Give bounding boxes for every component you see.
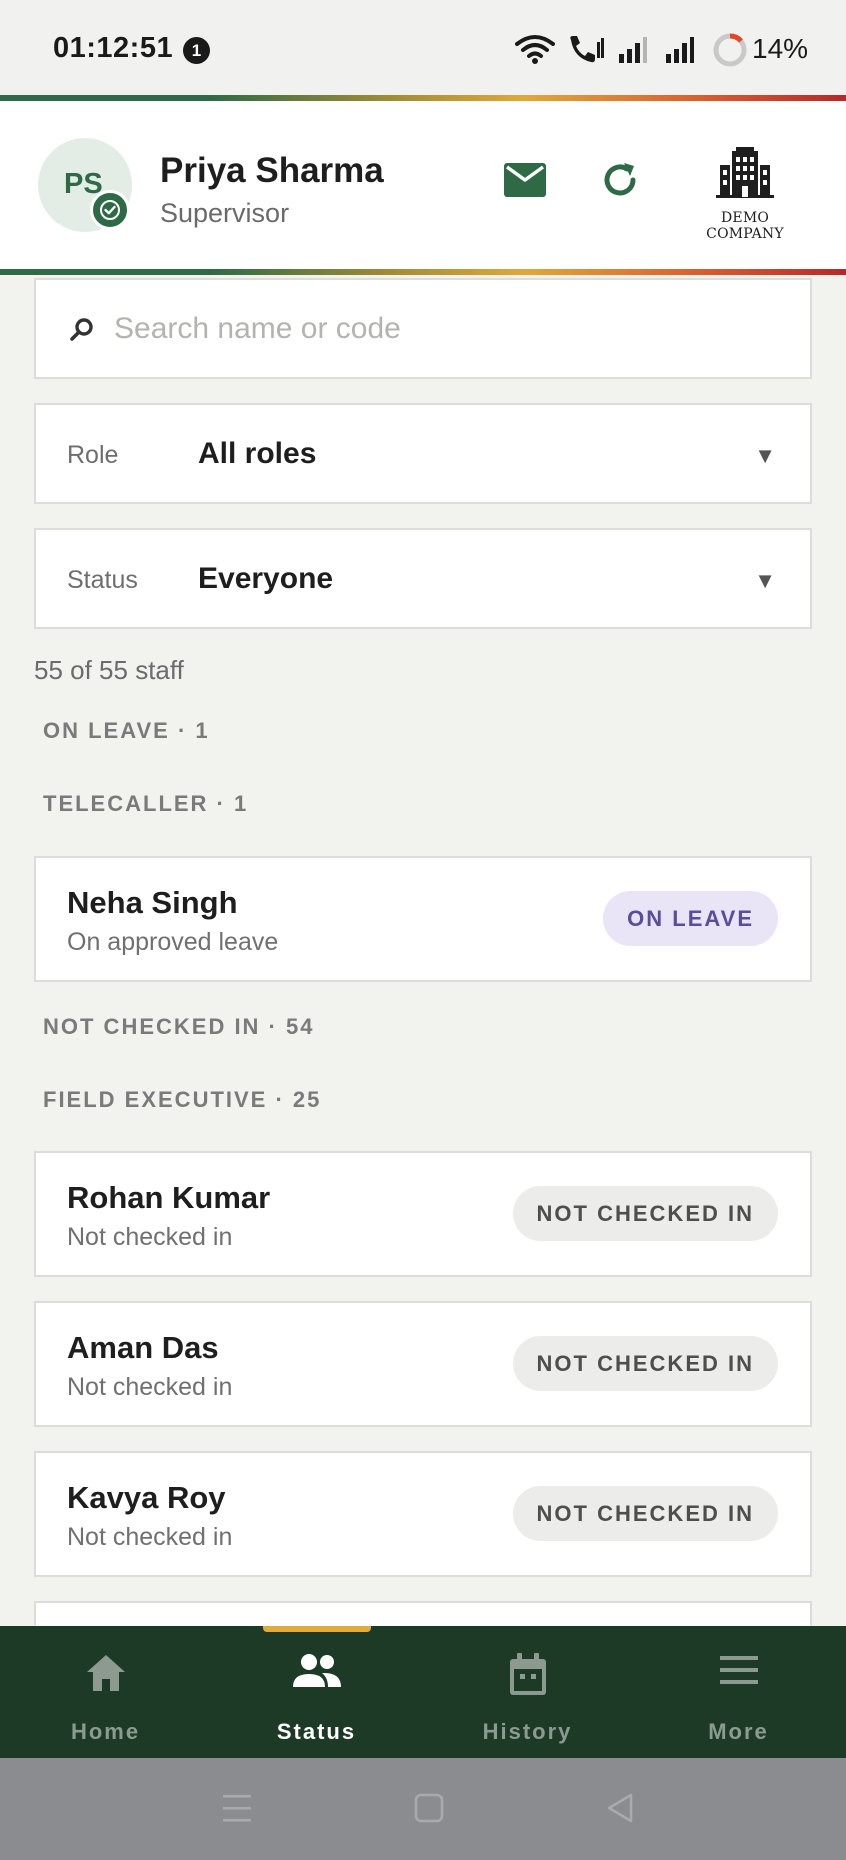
staff-name: Rohan Kumar <box>67 1180 271 1215</box>
nav-label: Status <box>276 1719 357 1744</box>
subgroup-heading-field-executive: FIELD EXECUTIVE · 25 <box>43 1087 322 1112</box>
status-bar: 01:12:51 1 14% <box>0 0 846 95</box>
staff-name: Kavya Roy <box>67 1480 226 1515</box>
nav-label: More <box>708 1719 769 1744</box>
home-system-button[interactable] <box>414 1791 444 1830</box>
nav-item-history[interactable]: History <box>422 1626 633 1758</box>
dropdown-caret-icon: ▼ <box>754 568 776 593</box>
mail-button[interactable] <box>504 163 546 202</box>
square-home-icon <box>414 1793 444 1823</box>
nav-label: History <box>482 1719 573 1744</box>
active-tab-indicator <box>263 1626 371 1632</box>
staff-status-text: Not checked in <box>67 1223 233 1251</box>
nav-label: Home <box>70 1719 141 1744</box>
staff-card[interactable]: Kavya Roy Not checked in NOT CHECKED IN <box>34 1451 812 1577</box>
home-icon <box>86 1655 125 1691</box>
signal-1-icon <box>619 37 647 63</box>
calendar-icon <box>509 1653 546 1695</box>
staff-card[interactable]: Aman Das Not checked in NOT CHECKED IN <box>34 1301 812 1427</box>
status-badge: NOT CHECKED IN <box>512 1336 778 1391</box>
menu-icon <box>719 1656 758 1684</box>
role-filter-value: All roles <box>198 437 317 470</box>
company-name: DEMO COMPANY <box>706 210 784 242</box>
status-filter-select[interactable]: Status Everyone ▼ <box>34 528 812 629</box>
search-input[interactable] <box>114 298 774 360</box>
system-nav-bar <box>0 1758 846 1860</box>
avatar[interactable]: PS <box>38 138 132 232</box>
status-filter-label: Status <box>67 566 138 594</box>
status-badge: ON LEAVE <box>603 891 778 946</box>
staff-count: 55 of 55 staff <box>34 655 184 685</box>
staff-name: Neha Singh <box>67 885 238 920</box>
bottom-nav: Home Status History More <box>0 1626 846 1758</box>
user-name: Priya Sharma <box>160 151 384 190</box>
section-heading-on-leave: ON LEAVE · 1 <box>43 718 210 743</box>
refresh-icon <box>604 163 636 196</box>
status-filter-value: Everyone <box>198 562 334 595</box>
search-box[interactable] <box>34 278 812 379</box>
nav-item-status[interactable]: Status <box>211 1626 422 1758</box>
user-role: Supervisor <box>160 198 290 228</box>
refresh-button[interactable] <box>600 160 640 205</box>
staff-status-text: Not checked in <box>67 1523 233 1551</box>
section-heading-not-checked-in: NOT CHECKED IN · 54 <box>43 1014 315 1039</box>
nav-item-more[interactable]: More <box>633 1626 844 1758</box>
wifi-calling-icon <box>570 36 604 63</box>
staff-card[interactable]: Neha Singh On approved leave ON LEAVE <box>34 856 812 982</box>
signal-2-icon <box>666 37 694 63</box>
people-icon <box>292 1654 341 1687</box>
battery-percent: 14% <box>752 33 809 64</box>
role-filter-select[interactable]: Role All roles ▼ <box>34 403 812 504</box>
nav-item-home[interactable]: Home <box>0 1626 211 1758</box>
search-icon <box>70 318 93 341</box>
status-badge: NOT CHECKED IN <box>512 1486 778 1541</box>
role-filter-label: Role <box>67 441 119 469</box>
back-triangle-icon <box>607 1793 633 1823</box>
subgroup-heading-telecaller: TELECALLER · 1 <box>43 791 249 816</box>
wifi-icon <box>515 35 555 64</box>
company-switcher[interactable]: DEMO COMPANY <box>680 147 810 242</box>
recent-apps-icon <box>223 1795 251 1822</box>
dropdown-caret-icon: ▼ <box>754 443 776 468</box>
staff-card[interactable]: Rohan Kumar Not checked in NOT CHECKED I… <box>34 1151 812 1277</box>
app-header: PS Priya Sharma Supervisor DEMO COMPANY <box>0 101 846 269</box>
notification-count-badge: 1 <box>183 37 210 64</box>
brand-stripe-bottom <box>0 269 846 275</box>
mail-icon <box>504 163 546 197</box>
staff-name: Aman Das <box>67 1330 219 1365</box>
battery-ring-icon <box>713 33 747 67</box>
building-icon <box>716 147 774 198</box>
verified-shield-icon <box>90 190 130 230</box>
status-badge: NOT CHECKED IN <box>512 1186 778 1241</box>
status-time: 01:12:51 <box>53 32 174 64</box>
back-system-button[interactable] <box>605 1791 635 1830</box>
recent-apps-button[interactable] <box>222 1791 252 1830</box>
staff-status-text: On approved leave <box>67 928 279 956</box>
staff-status-text: Not checked in <box>67 1373 233 1401</box>
